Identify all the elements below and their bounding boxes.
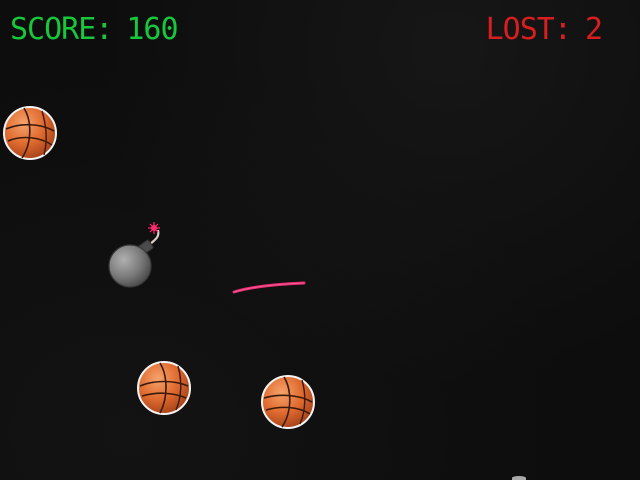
slice-trail-icon bbox=[232, 281, 306, 294]
lost-display: LOST: 2 bbox=[485, 12, 603, 48]
lost-label: LOST: bbox=[485, 12, 572, 47]
basketball-icon[interactable] bbox=[136, 360, 192, 416]
score-display: SCORE: 160 bbox=[10, 12, 179, 48]
light-speck bbox=[512, 476, 526, 480]
basketball-icon[interactable] bbox=[2, 105, 58, 161]
bomb-icon[interactable] bbox=[104, 222, 168, 290]
score-label: SCORE: bbox=[10, 12, 113, 47]
game-canvas[interactable]: SCORE: 160 LOST: 2 bbox=[0, 0, 640, 480]
score-value: 160 bbox=[126, 12, 178, 47]
basketball-icon[interactable] bbox=[260, 374, 316, 430]
lost-value: 2 bbox=[584, 12, 603, 47]
